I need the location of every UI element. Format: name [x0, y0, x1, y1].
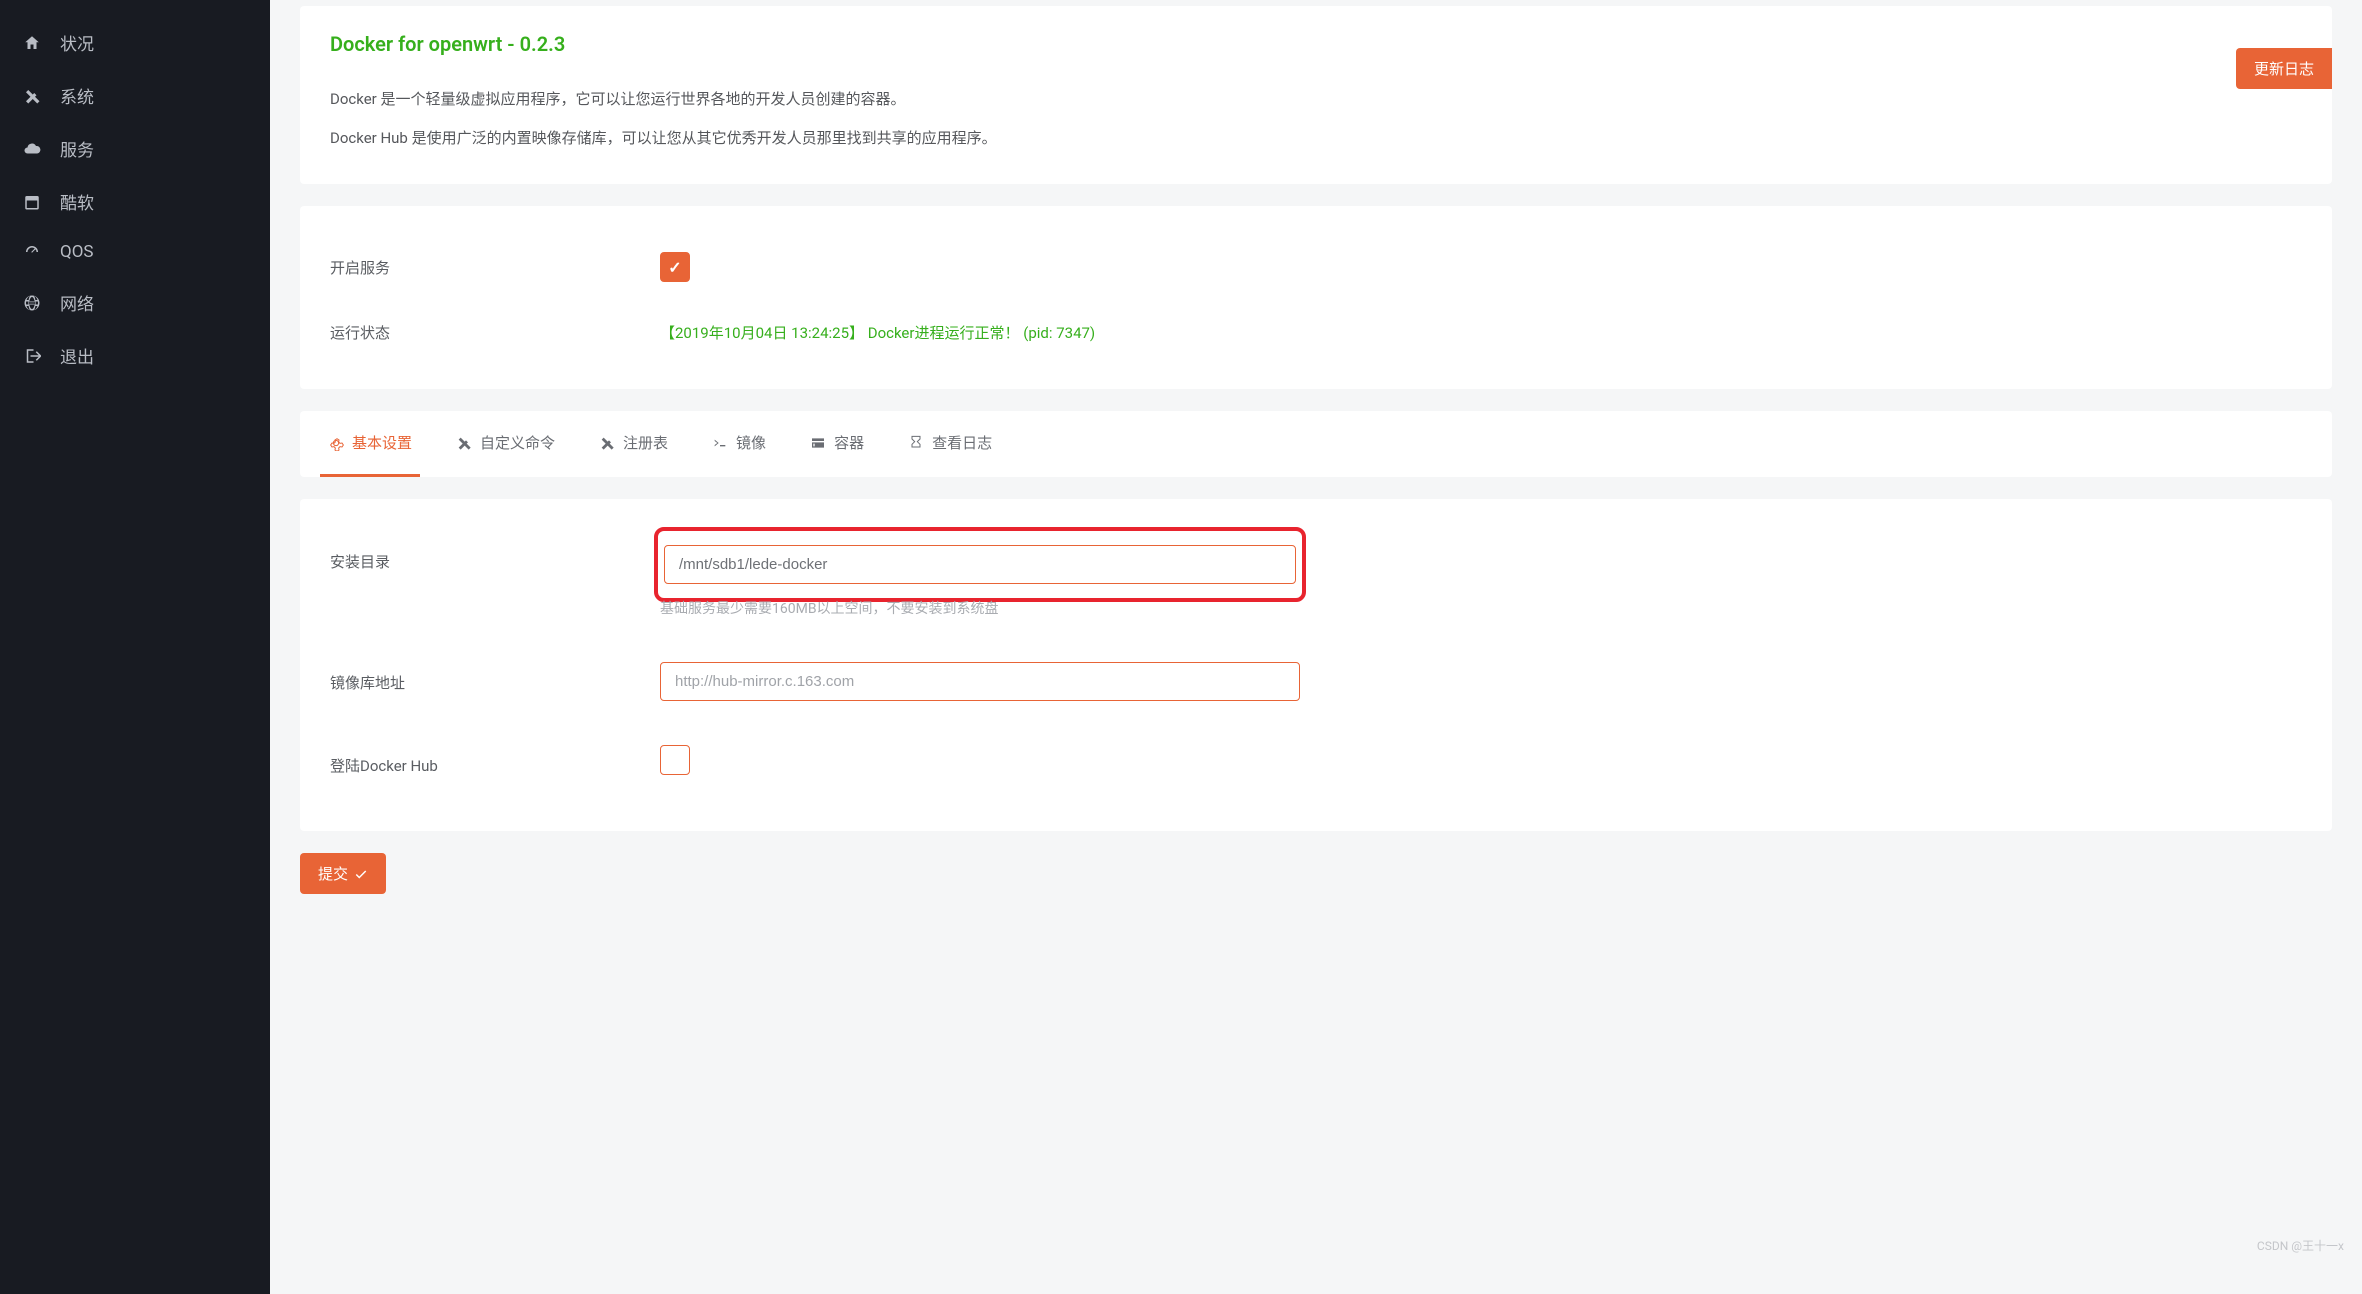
header-panel: Docker for openwrt - 0.2.3 Docker 是一个轻量级… [300, 6, 2332, 184]
tab-label: 容器 [834, 432, 864, 453]
mirror-url-input[interactable] [660, 662, 1300, 701]
tab-label: 自定义命令 [480, 432, 555, 453]
tab-label: 基本设置 [352, 432, 412, 453]
tools-icon [22, 86, 42, 106]
install-dir-input[interactable] [664, 545, 1296, 584]
sidebar-item-label: QOS [60, 242, 94, 262]
tab-custom-commands[interactable]: 自定义命令 [448, 411, 563, 477]
desc-line: Docker 是一个轻量级虚拟应用程序，它可以让您运行世界各地的开发人员创建的容… [330, 80, 2302, 119]
settings-panel: 安装目录 基础服务最少需要160MB以上空间，不要安装到系统盘 镜像库地址 登陆… [300, 499, 2332, 831]
globe-icon [22, 293, 42, 313]
tab-logs[interactable]: 查看日志 [900, 411, 1000, 477]
update-log-button[interactable]: 更新日志 [2236, 48, 2332, 89]
tools-icon [456, 435, 472, 451]
header-description: Docker 是一个轻量级虚拟应用程序，它可以让您运行世界各地的开发人员创建的容… [330, 80, 2302, 158]
sidebar-item-services[interactable]: 服务 [0, 122, 270, 175]
tab-containers[interactable]: 容器 [802, 411, 872, 477]
sidebar-item-system[interactable]: 系统 [0, 69, 270, 122]
sidebar-item-label: 状况 [60, 30, 94, 55]
submit-button[interactable]: 提交 [300, 853, 386, 894]
enable-service-checkbox[interactable] [660, 252, 690, 282]
mirror-url-label: 镜像库地址 [330, 662, 660, 693]
home-icon [22, 33, 42, 53]
tabs: 基本设置 自定义命令 注册表 镜像 容器 查看日志 [300, 411, 2332, 477]
hourglass-icon [908, 435, 924, 451]
terminal-icon [712, 435, 728, 451]
cloud-icon [22, 139, 42, 159]
sidebar-item-label: 服务 [60, 136, 94, 161]
calendar-icon [22, 192, 42, 212]
runtime-status-label: 运行状态 [330, 322, 660, 343]
tab-registry[interactable]: 注册表 [591, 411, 676, 477]
gauge-icon [22, 242, 42, 262]
sidebar-item-label: 网络 [60, 290, 94, 315]
login-docker-label: 登陆Docker Hub [330, 745, 660, 776]
container-icon [810, 435, 826, 451]
sidebar-item-qos[interactable]: QOS [0, 228, 270, 276]
tab-label: 镜像 [736, 432, 766, 453]
enable-service-label: 开启服务 [330, 257, 660, 278]
check-icon [354, 867, 368, 881]
gear-icon [328, 435, 344, 451]
page-title: Docker for openwrt - 0.2.3 [330, 32, 2302, 56]
sidebar-item-label: 退出 [60, 343, 94, 368]
sidebar-item-apps[interactable]: 酷软 [0, 175, 270, 228]
submit-button-label: 提交 [318, 863, 348, 884]
tools-icon [599, 435, 615, 451]
tab-images[interactable]: 镜像 [704, 411, 774, 477]
highlight-annotation [654, 527, 1306, 602]
sidebar-item-label: 酷软 [60, 189, 94, 214]
logout-icon [22, 346, 42, 366]
tab-label: 查看日志 [932, 432, 992, 453]
sidebar-item-logout[interactable]: 退出 [0, 329, 270, 382]
main-content: Docker for openwrt - 0.2.3 Docker 是一个轻量级… [270, 0, 2362, 1294]
sidebar: 状况 系统 服务 酷软 QOS [0, 0, 270, 1294]
tab-basic-settings[interactable]: 基本设置 [320, 411, 420, 477]
runtime-status-text: 【2019年10月04日 13:24:25】 Docker进程运行正常！ (pi… [660, 324, 1095, 342]
desc-line: Docker Hub 是使用广泛的内置映像存储库，可以让您从其它优秀开发人员那里… [330, 119, 2302, 158]
status-panel: 开启服务 运行状态 【2019年10月04日 13:24:25】 Docker进… [300, 206, 2332, 389]
sidebar-item-status[interactable]: 状况 [0, 16, 270, 69]
login-docker-checkbox[interactable] [660, 745, 690, 775]
sidebar-item-network[interactable]: 网络 [0, 276, 270, 329]
tab-label: 注册表 [623, 432, 668, 453]
install-dir-label: 安装目录 [330, 541, 660, 572]
watermark: CSDN @王十一x [2257, 1237, 2344, 1254]
sidebar-item-label: 系统 [60, 83, 94, 108]
install-dir-hint: 基础服务最少需要160MB以上空间，不要安装到系统盘 [660, 598, 1300, 618]
